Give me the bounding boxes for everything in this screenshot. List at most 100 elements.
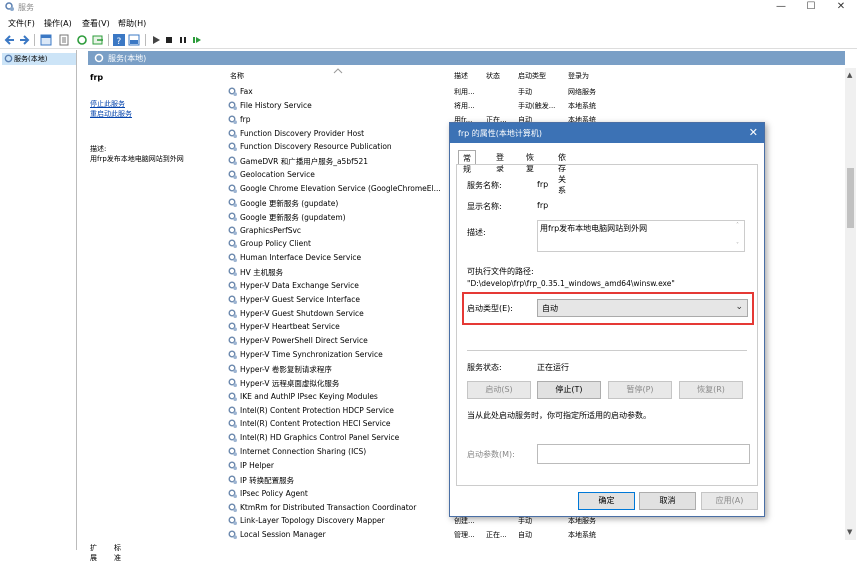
back-icon[interactable] [4, 34, 16, 46]
service-gear-icon [228, 350, 237, 360]
stop-service-icon[interactable] [163, 34, 175, 46]
service-start: 手动 [518, 88, 532, 96]
service-gear-icon [228, 336, 237, 346]
pause-service-icon[interactable] [177, 34, 189, 46]
service-name: Google 更新服务 (gupdatem) [240, 212, 346, 222]
menu-file[interactable]: 文件(F) [8, 18, 35, 29]
pause-button[interactable]: 暂停(P) [608, 381, 672, 399]
service-gear-icon [228, 142, 237, 152]
service-gear-icon [228, 322, 237, 332]
close-icon[interactable]: ✕ [827, 0, 855, 14]
column-name[interactable]: 名称 [230, 71, 244, 81]
service-name: Google Chrome Elevation Service (GoogleC… [240, 183, 441, 193]
forward-icon[interactable] [18, 34, 30, 46]
service-name: KtmRm for Distributed Transaction Coordi… [240, 502, 417, 512]
service-gear-icon [228, 419, 237, 429]
service-row[interactable]: Local Session Manager 管理... 正在... 自动 本地系统 [228, 528, 845, 540]
svg-text:?: ? [117, 37, 122, 46]
scroll-up-icon[interactable]: ▲ [847, 71, 852, 79]
start-parameters-label: 启动参数(M): [467, 450, 515, 459]
service-gear-icon [228, 253, 237, 263]
restart-service-link[interactable]: 重启动此服务 [90, 109, 132, 119]
service-name: IPsec Policy Agent [240, 488, 308, 498]
maximize-icon[interactable]: ☐ [797, 0, 825, 14]
restart-service-icon[interactable] [191, 34, 203, 46]
help-icon[interactable]: ? [113, 34, 125, 46]
services-gear-icon [4, 54, 13, 63]
service-row[interactable]: Fax 利用... 手动 网络服务 [228, 85, 845, 99]
service-gear-icon [228, 226, 237, 235]
minimize-icon[interactable]: — [767, 0, 795, 14]
scrollbar-thumb[interactable] [847, 168, 854, 228]
startup-type-value: 自动 [542, 304, 558, 313]
service-row[interactable]: File History Service 将用... 手动(触发... 本地系统 [228, 99, 845, 113]
start-service-icon[interactable] [150, 34, 162, 46]
column-log-on-as[interactable]: 登录为 [568, 71, 589, 81]
menu-view[interactable]: 查看(V) [82, 18, 110, 29]
column-description[interactable]: 描述 [454, 71, 468, 81]
service-name: Link-Layer Topology Discovery Mapper [240, 516, 385, 526]
resume-button[interactable]: 恢复(R) [679, 381, 743, 399]
service-name: Intel(R) Content Protection HECI Service [240, 419, 391, 429]
export-icon[interactable] [92, 34, 104, 46]
service-desc: 将用... [454, 101, 475, 110]
startup-type-select[interactable]: 自动 ⌄ [537, 299, 748, 317]
service-gear-icon [228, 489, 237, 498]
stop-service-link[interactable]: 停止此服务 [90, 99, 125, 109]
service-gear-icon [228, 378, 237, 387]
scroll-down-icon[interactable]: ˅ [736, 242, 739, 249]
scroll-down-icon[interactable]: ▼ [847, 528, 852, 536]
show-hide-pane-icon[interactable] [128, 34, 140, 46]
service-gear-icon [228, 406, 237, 415]
refresh-icon[interactable] [76, 34, 88, 46]
service-gear-icon [228, 156, 237, 166]
description-scrollbar[interactable]: ˄ ˅ [736, 222, 743, 250]
tree-node-services-local[interactable]: 服务(本地) [2, 53, 76, 65]
column-startup-type[interactable]: 启动类型 [518, 71, 546, 81]
description-field[interactable]: 用frp发布本地电脑网站到外网 ˄ ˅ [537, 220, 745, 252]
service-name: Hyper-V Heartbeat Service [240, 322, 340, 332]
tab-standard[interactable]: 标准 [114, 543, 121, 563]
ok-button[interactable]: 确定 [578, 492, 635, 510]
dialog-close-icon[interactable]: ✕ [749, 126, 758, 139]
service-name: Hyper-V Data Exchange Service [240, 280, 359, 290]
start-parameters-input[interactable] [537, 444, 750, 464]
dialog-body: 服务名称: frp 显示名称: frp 描述: 用frp发布本地电脑网站到外网 … [456, 164, 758, 486]
service-name: Group Policy Client [240, 239, 311, 249]
scroll-up-icon[interactable]: ˄ [736, 222, 739, 229]
tab-extended[interactable]: 扩展 [90, 543, 97, 563]
service-gear-icon [228, 530, 237, 540]
menu-bar: 文件(F) 操作(A) 查看(V) 帮助(H) [0, 15, 857, 29]
toolbar-separator [145, 34, 146, 46]
toolbar-separator [34, 34, 35, 46]
executable-path-label: 可执行文件的路径: [467, 267, 534, 276]
service-name: Hyper-V Time Synchronization Service [240, 350, 383, 360]
column-status[interactable]: 状态 [486, 71, 500, 81]
stop-button[interactable]: 停止(T) [537, 381, 601, 399]
cancel-button[interactable]: 取消 [639, 492, 696, 510]
dialog-title: frp 的属性(本地计算机) [450, 123, 764, 143]
sort-ascending-icon [333, 68, 343, 74]
tab-log-on[interactable]: 登录 [492, 150, 508, 173]
service-gear-icon [228, 198, 237, 207]
service-gear-icon [228, 392, 237, 401]
start-button[interactable]: 启动(S) [467, 381, 531, 399]
title-bar: 服务 — ☐ ✕ [0, 0, 857, 14]
list-scrollbar[interactable]: ▲ ▼ [845, 68, 856, 540]
console-tree-icon[interactable] [40, 34, 52, 46]
service-name: Human Interface Device Service [240, 253, 362, 263]
service-gear-icon [228, 503, 237, 512]
display-name-value: frp [537, 201, 549, 210]
service-name: Hyper-V 卷影复制请求程序 [240, 365, 332, 374]
tab-general[interactable]: 常规 [458, 150, 476, 174]
menu-help[interactable]: 帮助(H) [118, 18, 146, 29]
tab-recovery[interactable]: 恢复 [522, 150, 538, 173]
toolbar: ? [0, 31, 857, 49]
menu-action[interactable]: 操作(A) [44, 18, 72, 29]
service-name: Function Discovery Provider Host [240, 128, 365, 138]
tab-dependencies[interactable]: 依存关系 [554, 150, 570, 195]
service-name-value: frp [537, 180, 549, 189]
apply-button[interactable]: 应用(A) [701, 492, 758, 510]
console-tree: 服务(本地) [0, 50, 77, 550]
properties-icon[interactable] [58, 34, 70, 46]
